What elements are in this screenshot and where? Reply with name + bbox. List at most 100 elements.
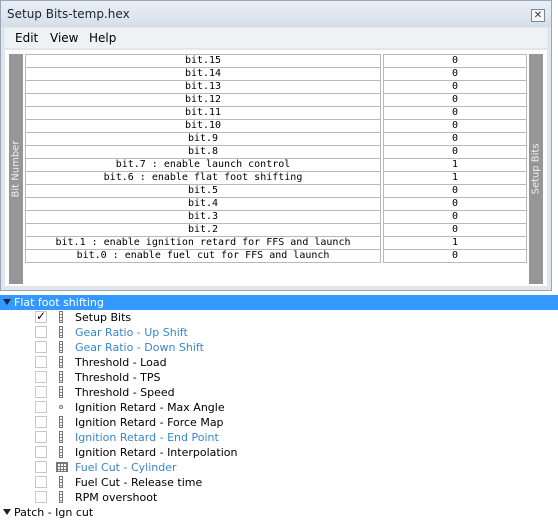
tree-item-label: Threshold - Load (75, 356, 167, 369)
tree-item[interactable]: Gear Ratio - Up Shift (0, 325, 558, 340)
bit-value-cell[interactable]: 0 (383, 81, 527, 94)
bar-icon (56, 386, 66, 398)
bit-number-label: Bit Number (10, 140, 22, 198)
bit-value-cell[interactable]: 0 (383, 211, 527, 224)
tree-group-label: Flat foot shifting (14, 296, 104, 309)
menu-bar: Edit View Help (5, 28, 547, 48)
tree-item[interactable]: Fuel Cut - Release time (0, 475, 558, 490)
bit-name-cell: bit.8 (25, 146, 381, 159)
bit-value-cell[interactable]: 1 (383, 237, 527, 250)
item-checkbox[interactable] (35, 461, 47, 473)
bar-icon (56, 311, 66, 323)
bit-name-cell: bit.5 (25, 185, 381, 198)
bar-icon (56, 446, 66, 458)
tree-item-label: Fuel Cut - Cylinder (75, 461, 177, 474)
bit-name-cell: bit.11 (25, 107, 381, 120)
setup-bits-window: Setup Bits-temp.hex ✕ Edit View Help Bit… (0, 0, 552, 291)
bit-name-cell: bit.1 : enable ignition retard for FFS a… (25, 237, 381, 250)
tree-item-label: Ignition Retard - Force Map (75, 416, 224, 429)
tree-item[interactable]: Gear Ratio - Down Shift (0, 340, 558, 355)
title-bar[interactable]: Setup Bits-temp.hex ✕ (1, 1, 551, 27)
expand-arrow-icon[interactable] (3, 509, 11, 515)
tree-item[interactable]: ✓ Setup Bits (0, 309, 558, 325)
tree-item-label: Gear Ratio - Up Shift (75, 326, 188, 339)
bit-name-cell: bit.9 (25, 133, 381, 146)
bar-icon (56, 491, 66, 503)
dot-icon (56, 401, 66, 413)
bit-value-cell[interactable]: 1 (383, 172, 527, 185)
bit-value-cell[interactable]: 0 (383, 120, 527, 133)
tree-group-patch-ign-cut[interactable]: Patch - Ign cut (0, 505, 558, 520)
bit-value-cell[interactable]: 0 (383, 94, 527, 107)
bit-name-cell: bit.4 (25, 198, 381, 211)
expand-arrow-icon[interactable] (3, 299, 11, 305)
bar-icon (56, 371, 66, 383)
item-checkbox[interactable] (35, 431, 47, 443)
bit-value-cell[interactable]: 0 (383, 68, 527, 81)
bit-value-cell[interactable]: 0 (383, 54, 527, 68)
bar-icon (56, 416, 66, 428)
item-checkbox[interactable] (35, 386, 47, 398)
tree-item[interactable]: Threshold - Speed (0, 385, 558, 400)
tree-item[interactable]: Threshold - Load (0, 355, 558, 370)
window-title: Setup Bits-temp.hex (7, 7, 130, 21)
bit-value-cell[interactable]: 0 (383, 185, 527, 198)
bit-value-cell[interactable]: 0 (383, 133, 527, 146)
tree-item[interactable]: Ignition Retard - Force Map (0, 415, 558, 430)
bit-number-header: Bit Number (9, 54, 23, 284)
item-checkbox[interactable] (35, 401, 47, 413)
bit-value-column: 0000000011000010 (383, 54, 527, 263)
bar-icon (56, 326, 66, 338)
tree-item-label: Setup Bits (75, 311, 132, 324)
menu-view[interactable]: View (50, 31, 78, 45)
bit-value-cell[interactable]: 1 (383, 159, 527, 172)
setup-bits-label: Setup Bits (530, 143, 542, 195)
tree-group-flat-foot-shifting[interactable]: Flat foot shifting (0, 295, 558, 310)
item-checkbox[interactable] (35, 491, 47, 503)
tree-item-label: Ignition Retard - Interpolation (75, 446, 238, 459)
bits-table: Bit Number bit.15 bit.14 bit.13 bit.12 bit.1… (5, 50, 547, 286)
bit-name-cell: bit.15 (25, 54, 381, 68)
item-checkbox[interactable] (35, 476, 47, 488)
close-button[interactable]: ✕ (531, 9, 545, 22)
bit-name-cell: bit.7 : enable launch control (25, 159, 381, 172)
checkmark-icon: ✓ (36, 309, 47, 323)
tree-item-label: Fuel Cut - Release time (75, 476, 203, 489)
item-checkbox[interactable]: ✓ (35, 309, 47, 323)
item-checkbox[interactable] (35, 371, 47, 383)
bit-value-cell[interactable]: 0 (383, 198, 527, 211)
bit-name-cell: bit.2 (25, 224, 381, 237)
bar-icon (56, 356, 66, 368)
setup-bits-header: Setup Bits (529, 54, 543, 284)
menu-edit[interactable]: Edit (15, 31, 38, 45)
bit-name-cell: bit.3 (25, 211, 381, 224)
tree-item[interactable]: Ignition Retard - Interpolation (0, 445, 558, 460)
tree-group-label: Patch - Ign cut (14, 506, 94, 519)
item-checkbox[interactable] (35, 446, 47, 458)
item-checkbox[interactable] (35, 341, 47, 353)
item-checkbox[interactable] (35, 356, 47, 368)
bit-name-cell: bit.6 : enable flat foot shifting (25, 172, 381, 185)
bit-name-cell: bit.13 (25, 81, 381, 94)
bar-icon (56, 431, 66, 443)
bar-icon (56, 341, 66, 353)
tree-item-label: Threshold - Speed (75, 386, 175, 399)
grid-icon (56, 461, 68, 473)
tree-item-label: RPM overshoot (75, 491, 158, 504)
bit-name-cell: bit.10 (25, 120, 381, 133)
tree-item-label: Threshold - TPS (75, 371, 161, 384)
bit-value-cell[interactable]: 0 (383, 224, 527, 237)
tree-item[interactable]: Threshold - TPS (0, 370, 558, 385)
tree-item[interactable]: Fuel Cut - Cylinder (0, 460, 558, 475)
bit-value-cell[interactable]: 0 (383, 250, 527, 263)
bit-value-cell[interactable]: 0 (383, 146, 527, 159)
item-checkbox[interactable] (35, 416, 47, 428)
tree-item[interactable]: RPM overshoot (0, 490, 558, 505)
menu-help[interactable]: Help (89, 31, 116, 45)
bit-name-cell: bit.0 : enable fuel cut for FFS and laun… (25, 250, 381, 263)
bit-name-cell: bit.14 (25, 68, 381, 81)
tree-item[interactable]: Ignition Retard - Max Angle (0, 400, 558, 415)
bit-value-cell[interactable]: 0 (383, 107, 527, 120)
tree-item[interactable]: Ignition Retard - End Point (0, 430, 558, 445)
item-checkbox[interactable] (35, 326, 47, 338)
